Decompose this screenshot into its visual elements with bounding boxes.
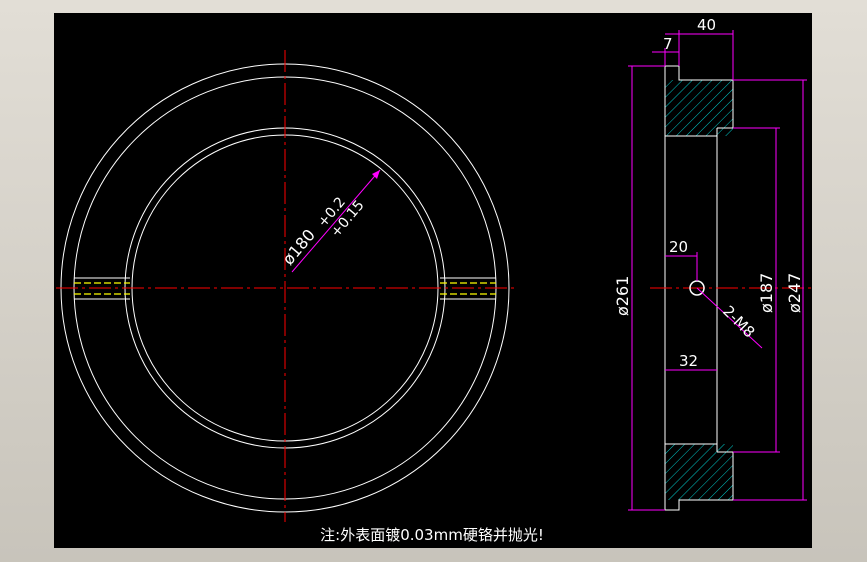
dim-20-label: 20: [669, 238, 688, 256]
dim-187-label: ø187: [757, 273, 776, 313]
dim-247-label: ø247: [785, 273, 804, 313]
window-frame: ø180 +0.2 +0.15 2-M8 40 7 ø261 ø187 ø247…: [0, 0, 867, 562]
dim-261-label: ø261: [613, 276, 632, 316]
cad-drawing: ø180 +0.2 +0.15 2-M8 40 7 ø261 ø187 ø247…: [54, 13, 812, 548]
dim-40-label: 40: [697, 16, 716, 34]
dim-7-label: 7: [663, 35, 673, 53]
dim-32-label: 32: [679, 352, 698, 370]
technical-note: 注:外表面镀0.03mm硬铬并抛光!: [320, 526, 544, 544]
